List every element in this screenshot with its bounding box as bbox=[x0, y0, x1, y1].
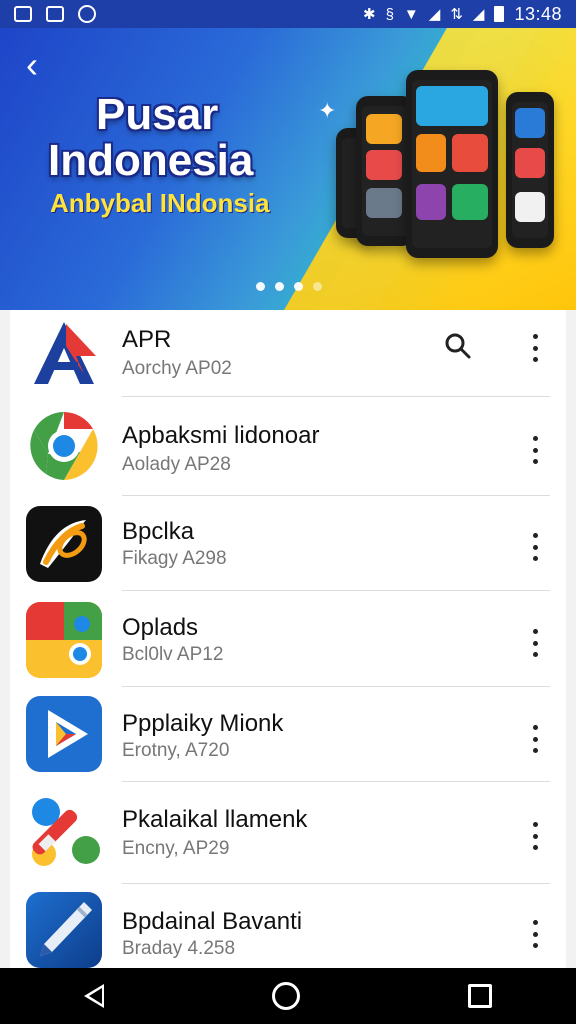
status-time: 13:48 bbox=[514, 3, 562, 24]
pen-swoosh-icon bbox=[26, 506, 102, 582]
square-icon bbox=[46, 6, 64, 22]
bluetooth-icon: ✱ bbox=[363, 5, 376, 23]
maps-icon bbox=[26, 602, 102, 678]
status-bar: ✱ § ▼ ◢ ⇅ ◢ 13:48 bbox=[0, 0, 576, 28]
data-icon: ⇅ bbox=[450, 5, 463, 23]
vibrate-icon: § bbox=[385, 5, 394, 23]
carousel-dot[interactable] bbox=[294, 282, 303, 291]
carousel-indicator bbox=[256, 282, 322, 291]
more-options-icon[interactable] bbox=[530, 436, 540, 464]
banner-title-line2: Indonesia bbox=[48, 136, 254, 185]
app-name: Oplads bbox=[122, 614, 199, 641]
sync-icon bbox=[78, 5, 96, 23]
play-icon bbox=[26, 696, 102, 772]
app-name: Bpdainal Bavanti bbox=[122, 908, 303, 935]
app-name: Pkalaikal llamenk bbox=[122, 806, 308, 833]
more-options-icon[interactable] bbox=[530, 629, 540, 657]
divider bbox=[122, 590, 550, 591]
list-item[interactable]: Ppplaiky Mionk Erotny, A720 bbox=[10, 688, 566, 782]
app-name: Apbaksmi lidonoar bbox=[122, 422, 320, 449]
gallery-icon bbox=[14, 6, 32, 22]
chrome-icon bbox=[26, 408, 102, 484]
promo-banner[interactable]: ‹ Pusar Indonesia Anbybal INdonsia ✦ bbox=[0, 28, 576, 310]
sparkle-icon: ✦ bbox=[318, 98, 337, 123]
apr-logo-icon bbox=[26, 316, 102, 392]
marker-icon bbox=[26, 792, 102, 868]
list-item[interactable]: Apbaksmi lidonoar Aolady AP28 bbox=[10, 398, 566, 496]
app-name: Ppplaiky Mionk bbox=[122, 710, 284, 737]
more-options-icon[interactable] bbox=[530, 920, 540, 948]
list-item[interactable]: Bpdainal Bavanti Braday 4.258 bbox=[10, 884, 566, 972]
app-name: Bpclka bbox=[122, 518, 195, 545]
wifi-icon: ▼ bbox=[403, 5, 419, 23]
carousel-dot[interactable] bbox=[256, 282, 265, 291]
nav-back-icon[interactable] bbox=[84, 984, 104, 1008]
app-list: APR Aorchy AP02 Apbaksmi lidonoar Aolady… bbox=[10, 310, 566, 972]
more-options-icon[interactable] bbox=[530, 822, 540, 850]
banner-title-line1: Pusar bbox=[96, 90, 219, 139]
banner-subtitle: Anbybal INdonsia bbox=[50, 188, 270, 218]
more-options-icon[interactable] bbox=[530, 334, 540, 362]
list-item[interactable]: Pkalaikal llamenk Encny, AP29 bbox=[10, 782, 566, 884]
app-subtitle: Fikagy A298 bbox=[122, 548, 227, 569]
list-item[interactable]: Bpclka Fikagy A298 bbox=[10, 496, 566, 590]
app-subtitle: Aolady AP28 bbox=[122, 454, 231, 475]
carousel-dot[interactable] bbox=[275, 282, 284, 291]
nav-recents-icon[interactable] bbox=[468, 984, 492, 1008]
navigation-bar bbox=[0, 968, 576, 1024]
app-subtitle: Braday 4.258 bbox=[122, 938, 236, 959]
list-item[interactable]: APR Aorchy AP02 bbox=[10, 310, 566, 398]
search-icon[interactable] bbox=[444, 332, 472, 360]
signal-icon-2: ◢ bbox=[472, 5, 485, 23]
app-subtitle: Aorchy AP02 bbox=[122, 358, 232, 379]
back-button[interactable]: ‹ bbox=[26, 47, 58, 83]
phone-illustration-right bbox=[506, 92, 554, 248]
divider bbox=[122, 686, 550, 687]
carousel-dot[interactable] bbox=[313, 282, 322, 291]
app-subtitle: Erotny, A720 bbox=[122, 740, 230, 761]
divider bbox=[122, 396, 550, 397]
phone-illustration-main bbox=[406, 70, 498, 258]
more-options-icon[interactable] bbox=[530, 533, 540, 561]
nav-home-icon[interactable] bbox=[272, 982, 300, 1010]
list-item[interactable]: Oplads Bcl0lv AP12 bbox=[10, 592, 566, 686]
signal-icon: ◢ bbox=[428, 5, 441, 23]
battery-icon bbox=[494, 6, 505, 22]
app-name: APR bbox=[122, 326, 172, 353]
more-options-icon[interactable] bbox=[530, 725, 540, 753]
app-subtitle: Bcl0lv AP12 bbox=[122, 644, 224, 665]
pen-nib-icon bbox=[26, 892, 102, 968]
app-subtitle: Encny, AP29 bbox=[122, 838, 230, 859]
